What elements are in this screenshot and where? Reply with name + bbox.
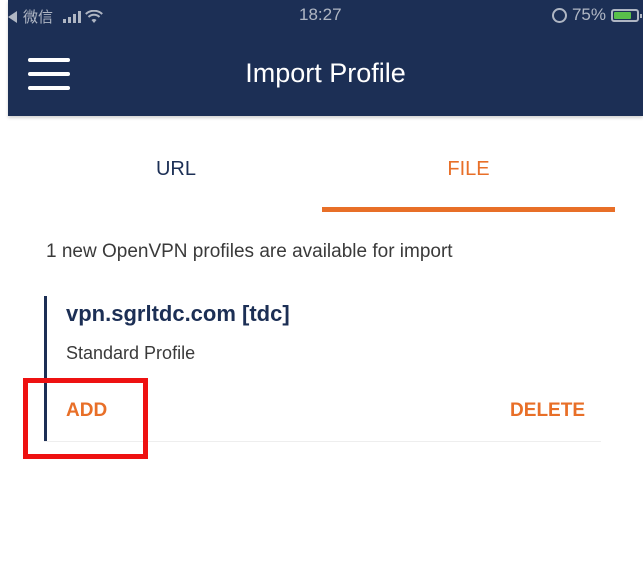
signal-icon: [63, 10, 82, 23]
import-info-text: 1 new OpenVPN profiles are available for…: [46, 241, 453, 262]
delete-button[interactable]: DELETE: [510, 400, 585, 422]
profile-type: Standard Profile: [66, 343, 196, 363]
import-profile-screen: 微信 18:27 75% Import Profile URL FILE 1 n…: [0, 0, 643, 574]
rotation-lock-icon: [551, 7, 567, 23]
battery-fill: [614, 11, 631, 19]
wifi-icon: [85, 9, 103, 23]
battery-cap: [640, 13, 642, 18]
tab-url-label: URL: [155, 158, 196, 180]
tab-file[interactable]: FILE: [322, 138, 615, 212]
back-to-app-icon[interactable]: [8, 10, 17, 23]
battery-percent: 75%: [571, 5, 606, 24]
tab-bar: URL FILE: [30, 138, 615, 212]
carrier-label: 微信: [23, 9, 54, 26]
active-tab-indicator: [322, 207, 615, 212]
status-bar: 微信 18:27 75%: [8, 0, 643, 30]
page-title: Import Profile: [245, 58, 406, 88]
status-left: 微信: [8, 6, 103, 27]
profile-card: vpn.sgrltdc.com [tdc] Standard Profile A…: [44, 296, 601, 442]
add-button[interactable]: ADD: [66, 400, 107, 422]
tab-url[interactable]: URL: [30, 138, 322, 212]
profile-name: vpn.sgrltdc.com [tdc]: [66, 301, 290, 326]
card-accent-bar: [44, 296, 47, 441]
status-time: 18:27: [299, 5, 342, 24]
status-right: 75%: [551, 5, 642, 25]
battery-icon: [611, 8, 642, 22]
app-header: 微信 18:27 75% Import Profile: [8, 0, 643, 116]
tab-file-label: FILE: [447, 158, 490, 180]
